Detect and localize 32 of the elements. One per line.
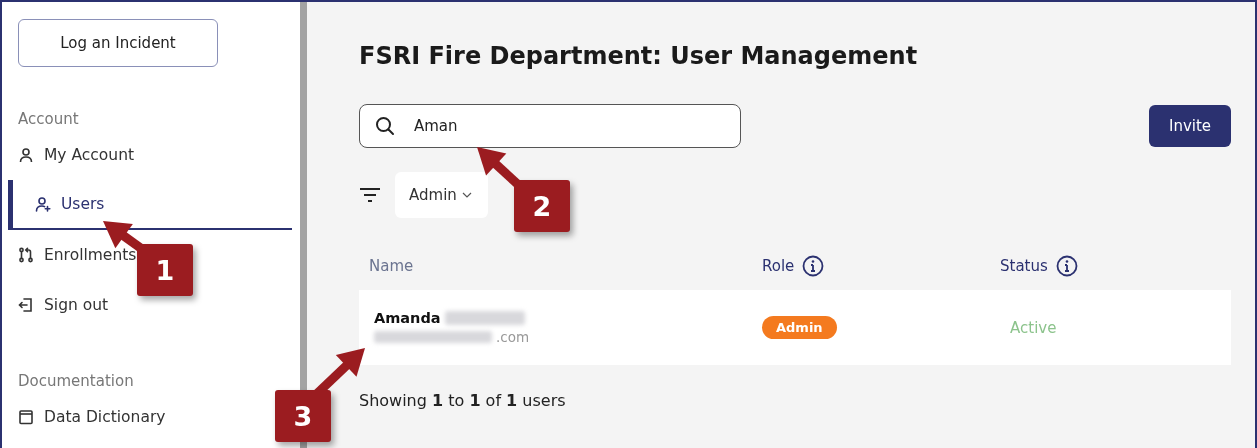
role-filter-dropdown[interactable]: Admin xyxy=(395,172,488,218)
nav-item[interactable]: Enrollments xyxy=(2,230,137,280)
nav-item[interactable]: My Account xyxy=(2,130,135,180)
column-header: Role xyxy=(762,257,795,275)
nav-item[interactable]: Data Dictionary xyxy=(2,392,166,442)
user-row[interactable]: Amanda .com Admin Active xyxy=(359,290,1231,365)
step-number-badge: 2 xyxy=(514,180,570,232)
pull-request-icon xyxy=(18,247,34,263)
step-number-badge: 3 xyxy=(275,390,331,442)
user-plus-icon xyxy=(35,196,51,212)
user-email: .com xyxy=(496,329,530,345)
sign-out-icon xyxy=(18,297,34,313)
user-name: Amanda xyxy=(374,310,441,326)
column-header: Name xyxy=(369,257,414,275)
page-title: FSRI Fire Department: User Management xyxy=(359,42,919,72)
section-title: Documentation xyxy=(18,372,135,390)
user-icon xyxy=(18,147,34,163)
chevron-down-icon xyxy=(461,192,472,198)
nav-item[interactable]: Sign out xyxy=(2,280,109,330)
search-field[interactable]: Aman xyxy=(359,104,741,148)
info-icon[interactable] xyxy=(802,255,825,277)
book-icon xyxy=(18,409,34,425)
filter-icon[interactable] xyxy=(359,187,381,203)
results-summary: Showing 1 to 1 of 1 users xyxy=(359,391,567,410)
invite-button[interactable]: Invite xyxy=(1149,105,1231,147)
status-text: Active xyxy=(1010,318,1058,337)
log-incident-button[interactable]: Log an Incident xyxy=(18,19,218,67)
info-icon[interactable] xyxy=(1055,255,1078,277)
column-header: Status xyxy=(1000,257,1048,275)
section-title: Account xyxy=(18,110,80,128)
role-tag: Admin xyxy=(762,316,837,339)
step-number-badge: 1 xyxy=(137,244,193,296)
